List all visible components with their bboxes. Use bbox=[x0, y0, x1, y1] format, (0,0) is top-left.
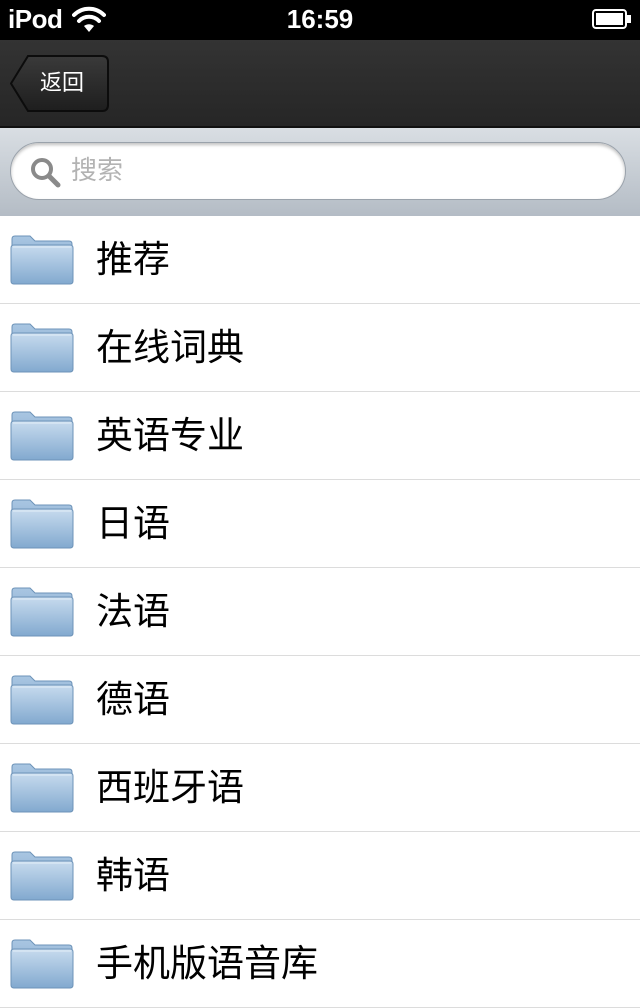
folder-icon bbox=[10, 235, 74, 285]
navigation-bar: 返回 bbox=[0, 40, 640, 128]
search-bar: 搜索 bbox=[0, 128, 640, 217]
back-button[interactable]: 返回 bbox=[10, 55, 109, 112]
folder-icon bbox=[10, 499, 74, 549]
search-input[interactable]: 搜索 bbox=[10, 142, 626, 200]
list-item[interactable]: 西班牙语 bbox=[0, 744, 640, 832]
list-item[interactable]: 手机版语音库 bbox=[0, 920, 640, 1008]
search-icon bbox=[31, 158, 61, 188]
list-item-label: 法语 bbox=[96, 590, 170, 633]
list-item[interactable]: 韩语 bbox=[0, 832, 640, 920]
list-item-label: 韩语 bbox=[96, 854, 170, 897]
folder-icon bbox=[10, 675, 74, 725]
list-item[interactable]: 法语 bbox=[0, 568, 640, 656]
list-item[interactable]: 日语 bbox=[0, 480, 640, 568]
list-item-label: 手机版语音库 bbox=[96, 942, 318, 985]
list-item-label: 西班牙语 bbox=[96, 766, 244, 809]
list-item-label: 推荐 bbox=[96, 238, 170, 281]
battery-icon bbox=[592, 9, 631, 29]
status-bar: iPod 16:59 bbox=[0, 0, 640, 40]
back-button-label: 返回 bbox=[40, 71, 85, 96]
search-placeholder: 搜索 bbox=[71, 156, 124, 186]
list-item-label: 德语 bbox=[96, 678, 170, 721]
folder-icon bbox=[10, 323, 74, 373]
list-item-label: 在线词典 bbox=[96, 326, 244, 369]
list-item[interactable]: 在线词典 bbox=[0, 304, 640, 392]
list-item-label: 日语 bbox=[96, 502, 170, 545]
list-item[interactable]: 德语 bbox=[0, 656, 640, 744]
folder-icon bbox=[10, 587, 74, 637]
folder-icon bbox=[10, 411, 74, 461]
list-item-label: 英语专业 bbox=[96, 414, 244, 457]
category-list: 推荐 在线词典 英语专业 日语 法语 德语 西班牙语 韩语 手机版语音库 bbox=[0, 216, 640, 1008]
status-time: 16:59 bbox=[286, 4, 354, 34]
folder-icon bbox=[10, 763, 74, 813]
list-item[interactable]: 推荐 bbox=[0, 216, 640, 304]
folder-icon bbox=[10, 939, 74, 989]
list-item[interactable]: 英语专业 bbox=[0, 392, 640, 480]
folder-icon bbox=[10, 851, 74, 901]
